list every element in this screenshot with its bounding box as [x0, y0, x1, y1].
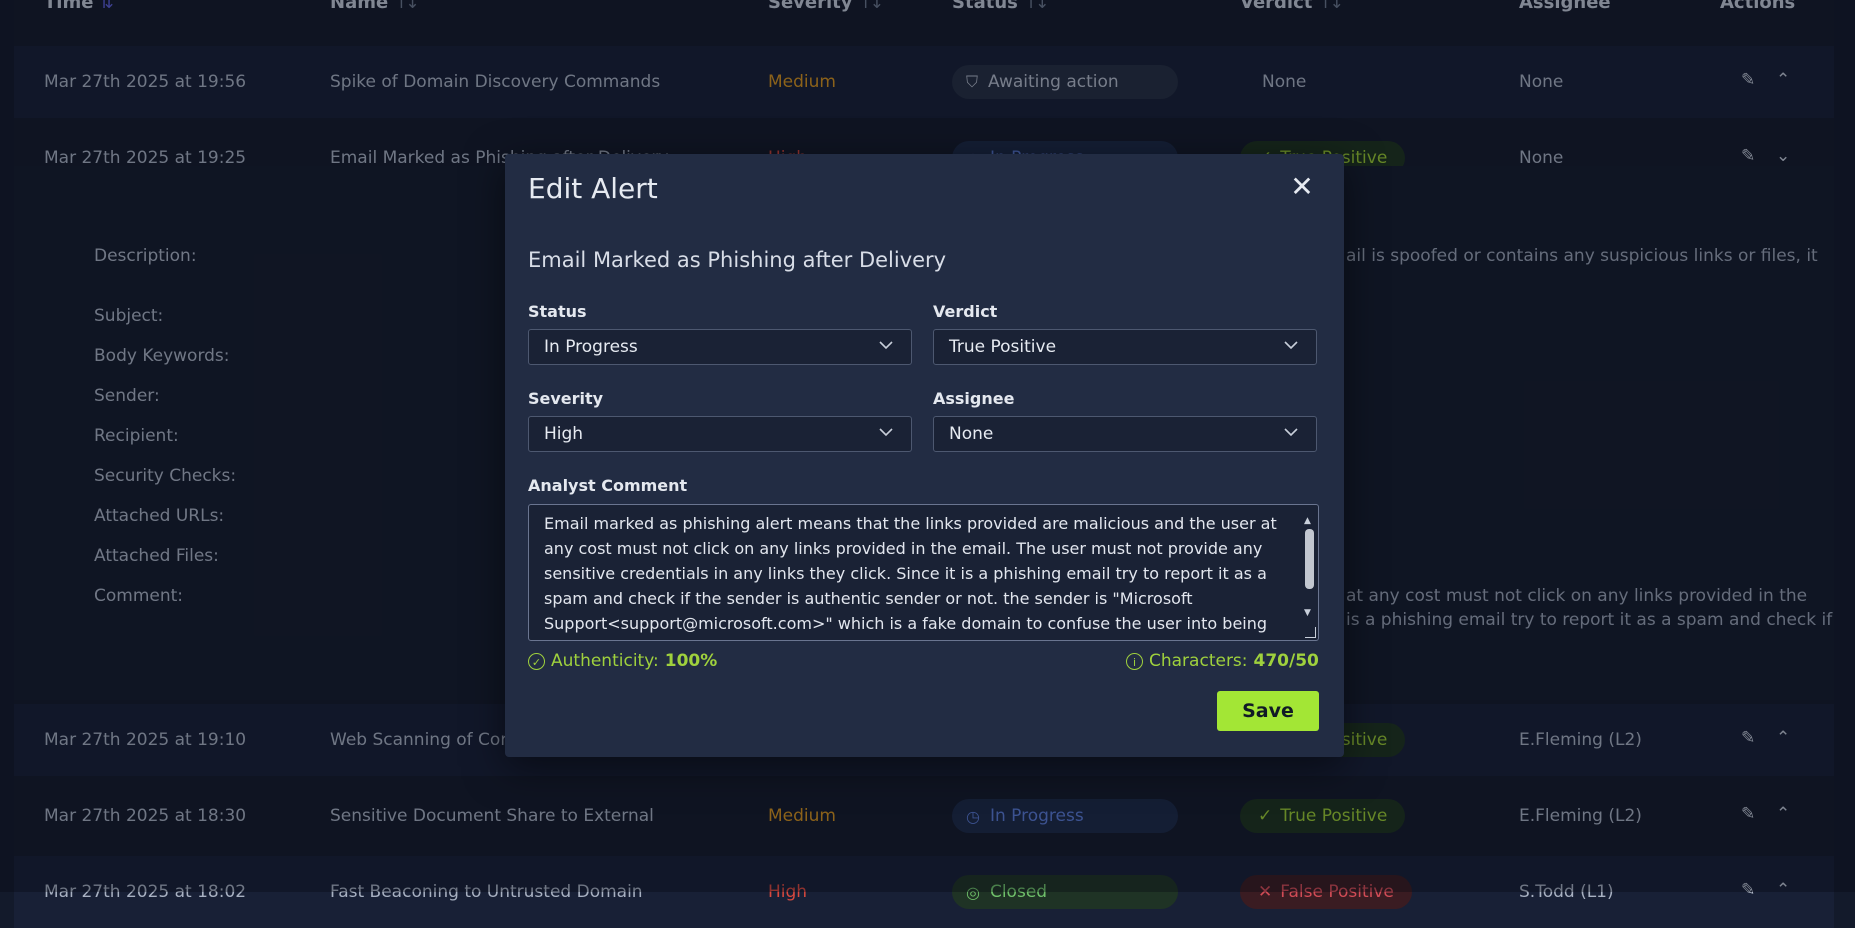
close-icon[interactable]: ✕	[1287, 172, 1317, 202]
alert-name: Email Marked as Phishing after Delivery	[528, 248, 947, 272]
analyst-comment-label: Analyst Comment	[528, 476, 688, 495]
assignee-select[interactable]: None	[933, 416, 1317, 452]
verdict-label: Verdict	[933, 302, 998, 321]
authenticity-indicator: ✓ Authenticity: 100%	[528, 651, 717, 671]
chevron-down-icon	[879, 341, 893, 350]
scroll-down-icon[interactable]: ▼	[1304, 601, 1311, 626]
chevron-down-icon	[1284, 341, 1298, 350]
analyst-comment-textarea[interactable]: Email marked as phishing alert means tha…	[528, 504, 1319, 641]
info-icon: i	[1126, 652, 1143, 670]
status-select[interactable]: In Progress	[528, 329, 912, 365]
alerts-page: Time ⇅ Name ↑↓ Severity ↑↓ Status ↑↓ Verdict…	[0, 0, 1855, 928]
modal-title: Edit Alert	[528, 172, 658, 205]
chevron-down-icon	[879, 428, 893, 437]
status-label: Status	[528, 302, 587, 321]
assignee-label: Assignee	[933, 389, 1015, 408]
chevron-down-icon	[1284, 428, 1298, 437]
edit-alert-modal: Edit Alert ✕ Email Marked as Phishing af…	[505, 154, 1344, 757]
save-button[interactable]: Save	[1217, 691, 1319, 731]
severity-select[interactable]: High	[528, 416, 912, 452]
severity-label: Severity	[528, 389, 604, 408]
textarea-scrollbar[interactable]: ▲ ▼	[1302, 507, 1316, 638]
scrollbar-thumb[interactable]	[1305, 529, 1314, 589]
verdict-select[interactable]: True Positive	[933, 329, 1317, 365]
resize-handle-icon[interactable]	[1305, 627, 1316, 638]
check-circle-icon: ✓	[528, 652, 545, 670]
characters-indicator: i Characters: 470/50	[1126, 651, 1319, 671]
